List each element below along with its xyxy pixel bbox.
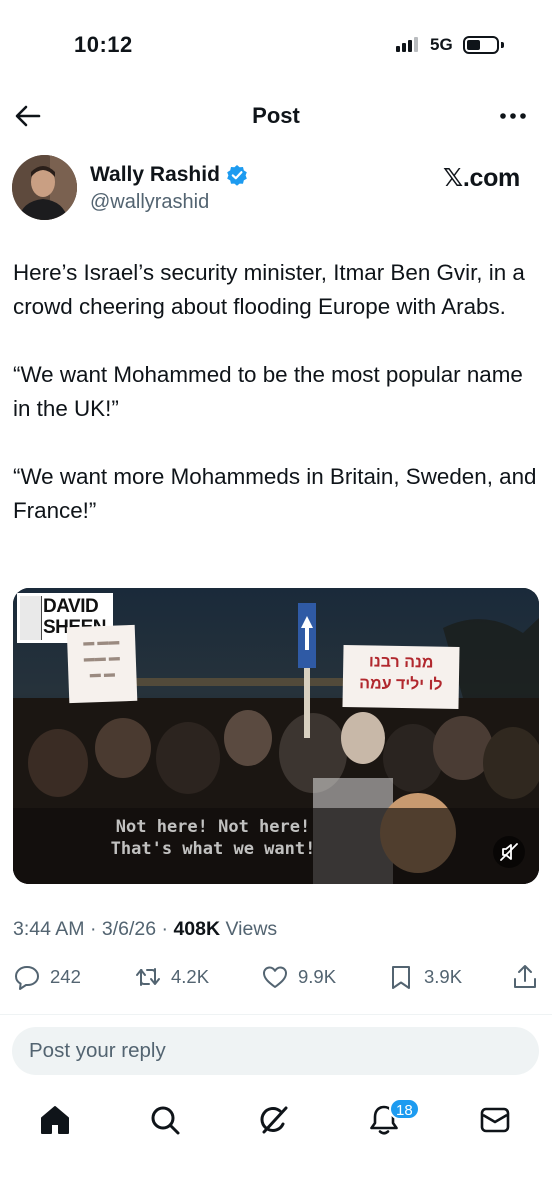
video-subtitle: Not here! Not here! That's what we want! <box>13 816 413 860</box>
repost-button[interactable]: 4.2K <box>134 960 209 994</box>
share-button[interactable] <box>511 960 539 994</box>
home-icon[interactable] <box>37 1102 73 1138</box>
tweet-paragraph: “We want more Mohammeds in Britain, Swed… <box>13 464 537 523</box>
post-meta: 3:44 AM · 3/6/26 · 408K Views <box>13 918 278 940</box>
volume-muted-icon[interactable] <box>493 836 525 868</box>
post-date: 3/6/26 <box>101 918 157 940</box>
battery-icon <box>463 36 499 54</box>
watermark-line: DAVID <box>43 596 99 617</box>
source-label: 𝕏.com <box>443 164 520 192</box>
bottom-tab-bar: 18 <box>0 1090 552 1150</box>
page-title: Post <box>252 103 300 128</box>
like-count: 9.9K <box>298 966 337 987</box>
reply-button[interactable]: 242 <box>13 960 81 994</box>
reply-input[interactable]: Post your reply <box>12 1027 539 1075</box>
divider <box>0 1014 552 1015</box>
reply-icon <box>15 966 39 990</box>
tweet-text: Here’s Israel’s security minister, Itmar… <box>13 256 539 528</box>
subtitle-line: That's what we want! <box>110 839 316 859</box>
status-bar: 10:12 5G <box>0 0 552 90</box>
views-count[interactable]: 408K <box>173 918 220 940</box>
signal-icon <box>396 37 420 52</box>
sign-text: מנה רבנו לו יליד עמה <box>359 653 443 694</box>
battery-tip <box>501 42 504 48</box>
share-icon <box>514 965 536 988</box>
bookmark-count: 3.9K <box>424 966 463 987</box>
protest-sign-hebrew: מנה רבנו לו יליד עמה <box>342 644 460 710</box>
reply-count: 242 <box>50 966 81 987</box>
author-row: Wally Rashid @wallyrashid 𝕏.com <box>0 155 552 225</box>
more-horizontal-icon[interactable] <box>496 104 530 128</box>
bookmark-button[interactable]: 3.9K <box>387 960 462 994</box>
post-header: Post <box>0 90 552 140</box>
repost-icon <box>136 968 160 986</box>
verified-badge-icon <box>227 165 247 186</box>
author-name-row: Wally Rashid <box>90 161 248 189</box>
bookmark-icon <box>392 966 410 989</box>
protest-sign: ▬ ▬▬ ▬▬ ▬ ▬ ▬ <box>66 624 138 704</box>
avatar[interactable] <box>12 155 77 220</box>
messages-icon[interactable] <box>477 1102 513 1138</box>
repost-count: 4.2K <box>171 966 210 987</box>
network-label: 5G <box>430 35 453 54</box>
search-icon[interactable] <box>147 1102 183 1138</box>
like-button[interactable]: 9.9K <box>261 960 336 994</box>
tweet-paragraph: Here’s Israel’s security minister, Itmar… <box>13 260 525 319</box>
video-player[interactable]: DAVID SHEEN ▬ ▬▬▬▬ ▬▬ ▬ מנה רבנו לו יליד… <box>13 588 539 884</box>
post-time: 3:44 AM <box>13 918 85 940</box>
subtitle-line: Not here! Not here! <box>115 817 311 837</box>
author-name[interactable]: Wally Rashid <box>90 163 220 187</box>
grok-icon[interactable] <box>256 1102 292 1138</box>
status-time: 10:12 <box>74 32 133 57</box>
action-bar: 242 4.2K 9.9K 3.9K <box>0 960 552 994</box>
author-handle[interactable]: @wallyrashid <box>90 191 209 214</box>
heart-icon <box>263 966 287 988</box>
notifications-badge: 18 <box>389 1098 420 1120</box>
tweet-paragraph: “We want Mohammed to be the most popular… <box>13 362 523 421</box>
watermark-face <box>20 596 42 640</box>
views-label: Views <box>225 918 278 940</box>
